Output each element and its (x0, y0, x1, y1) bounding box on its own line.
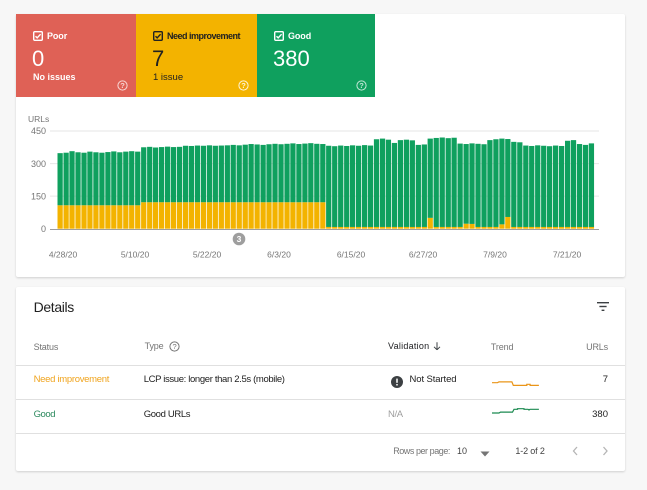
svg-text:0: 0 (41, 224, 46, 234)
svg-text:5/22/20: 5/22/20 (193, 250, 222, 260)
svg-text:6/3/20: 6/3/20 (267, 250, 291, 260)
svg-text:URLs: URLs (28, 114, 49, 124)
svg-text:3: 3 (237, 234, 242, 244)
svg-text:300: 300 (31, 159, 46, 169)
svg-text:7/9/20: 7/9/20 (483, 250, 507, 260)
svg-text:?: ? (241, 81, 246, 90)
svg-text:?: ? (359, 81, 364, 90)
svg-text:6/27/20: 6/27/20 (409, 250, 438, 260)
svg-text:450: 450 (31, 126, 46, 136)
svg-text:5/10/20: 5/10/20 (121, 250, 150, 260)
svg-text:4/28/20: 4/28/20 (49, 250, 78, 260)
svg-text:?: ? (120, 81, 125, 90)
svg-text:150: 150 (31, 191, 46, 201)
svg-text:6/15/20: 6/15/20 (337, 250, 366, 260)
svg-text:7/21/20: 7/21/20 (553, 250, 582, 260)
svg-text:?: ? (172, 342, 176, 351)
